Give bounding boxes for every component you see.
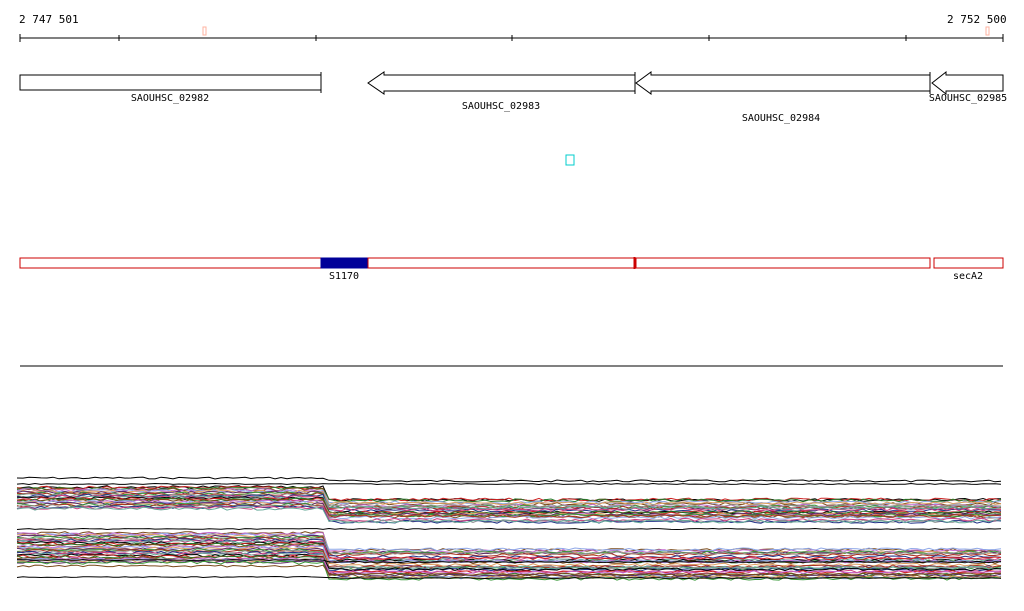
expression-profile-line — [16, 527, 1002, 531]
ruler-marker — [985, 26, 990, 36]
expression-profile-line — [16, 476, 1002, 483]
feature-segment[interactable] — [635, 257, 931, 269]
feature-segment[interactable] — [367, 257, 635, 269]
gene-saouhsc-02984[interactable]: SAOUHSC_02984 — [635, 71, 931, 124]
ruler-marker — [202, 26, 207, 36]
feature-label: S1170 — [329, 271, 359, 282]
feature-track: S1170 secA2 — [19, 257, 1004, 282]
expression-profile-track — [16, 476, 1002, 581]
browser-canvas: SAOUHSC_02982 SAOUHSC_02983 SAOUHSC_0298… — [16, 26, 1007, 581]
genome-browser-view: 2 747 501 2 752 500 SAOUHSC_02982 SAOUHS… — [0, 0, 1024, 611]
gene-label: SAOUHSC_02983 — [462, 101, 540, 112]
marker-icon[interactable] — [565, 154, 575, 166]
gene-track: SAOUHSC_02982 SAOUHSC_02983 SAOUHSC_0298… — [19, 70, 1007, 124]
expression-profile-line — [16, 482, 1002, 486]
gene-label: SAOUHSC_02982 — [131, 93, 209, 104]
gene-saouhsc-02982[interactable]: SAOUHSC_02982 — [19, 72, 322, 104]
position-ruler — [19, 26, 1004, 42]
gene-label: SAOUHSC_02984 — [742, 113, 820, 124]
feature-segment-s1170[interactable] — [320, 257, 369, 269]
gene-label: SAOUHSC_02985 — [929, 93, 1007, 104]
feature-segment-seca2[interactable] — [933, 257, 1004, 269]
gene-saouhsc-02983[interactable]: SAOUHSC_02983 — [367, 71, 636, 112]
feature-label: secA2 — [953, 271, 983, 282]
gene-saouhsc-02985[interactable]: SAOUHSC_02985 — [929, 70, 1007, 104]
feature-segment[interactable] — [19, 257, 322, 269]
